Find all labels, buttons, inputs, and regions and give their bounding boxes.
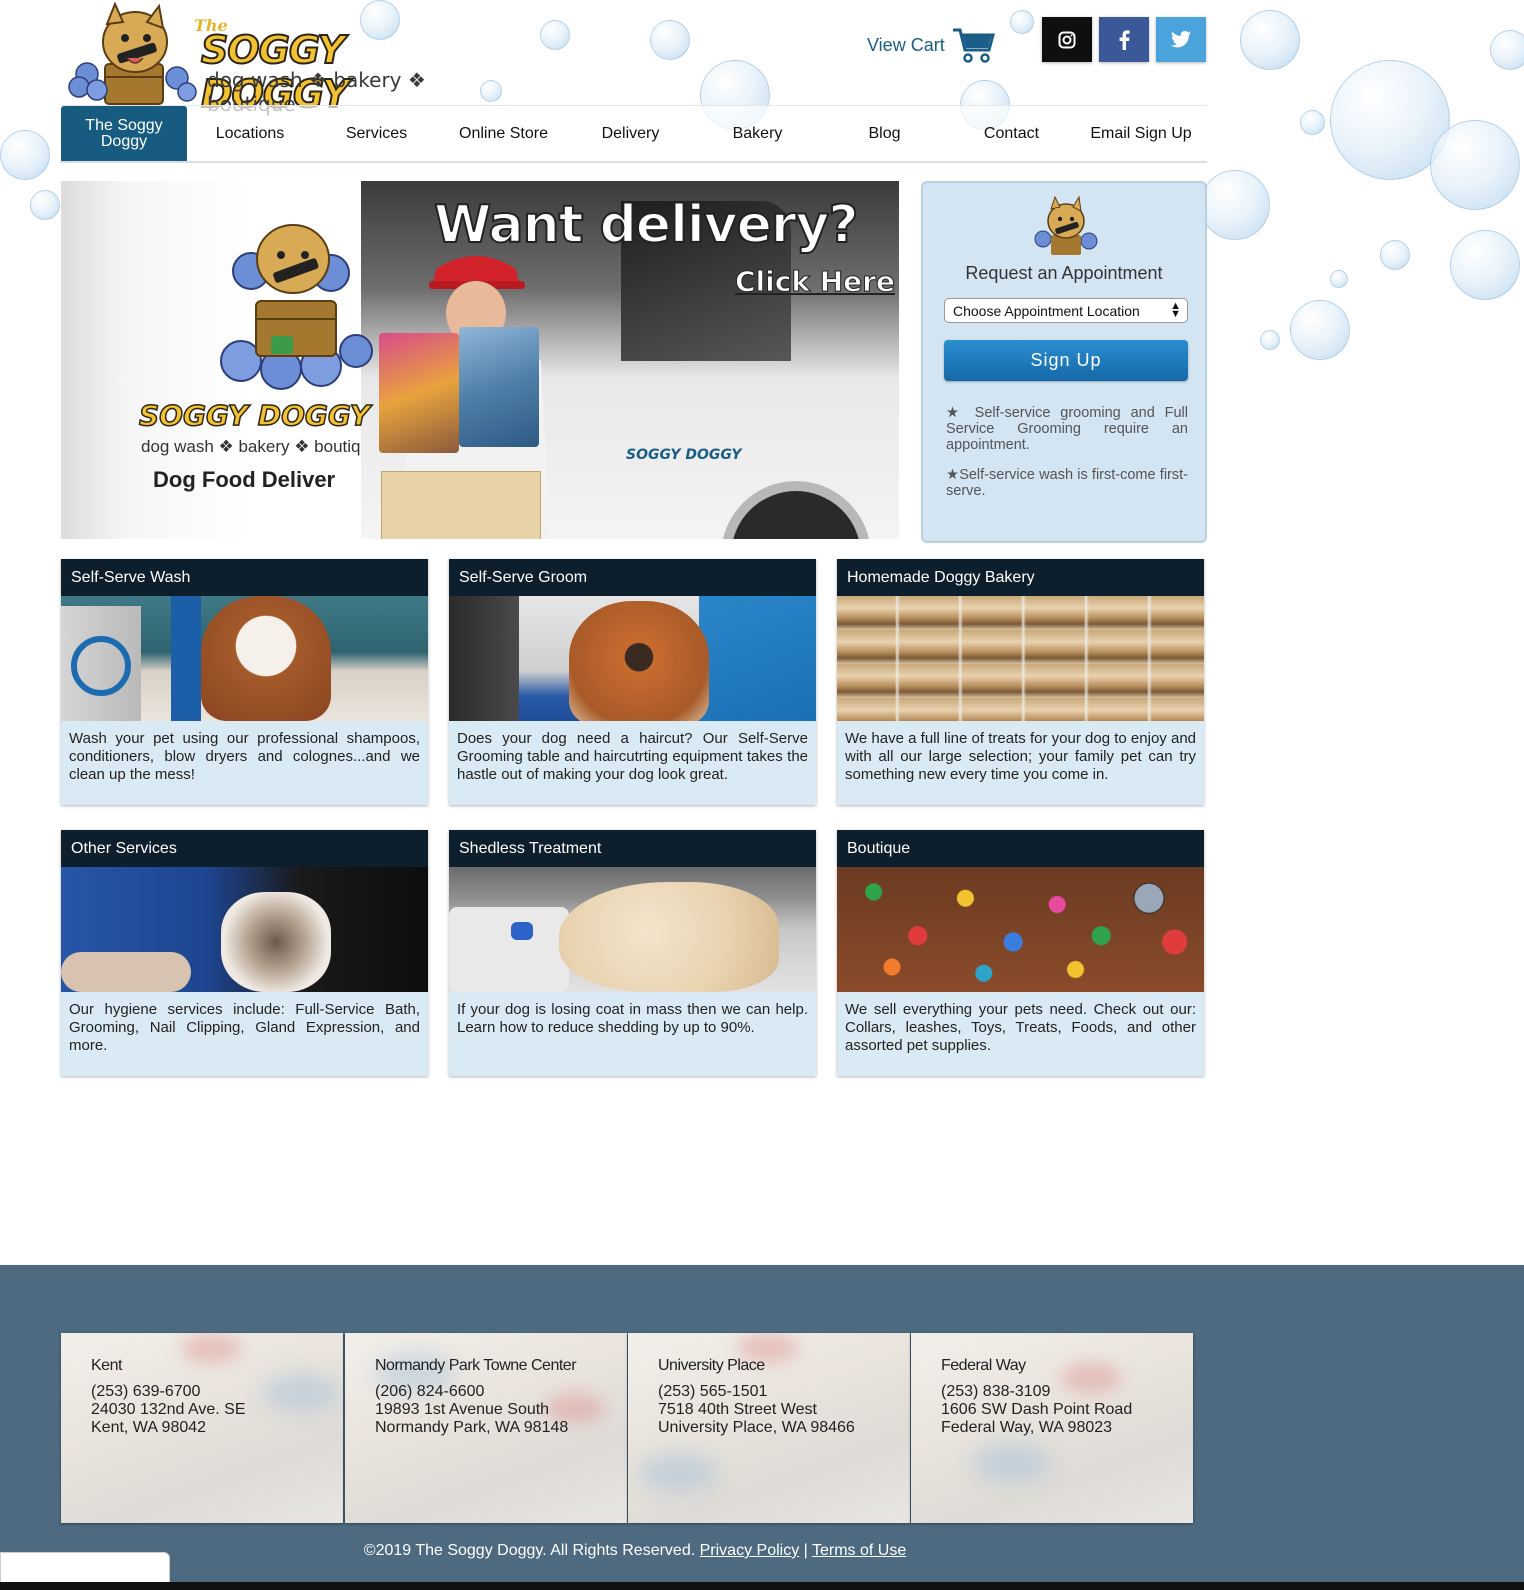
shopping-cart-icon: [952, 28, 995, 63]
nav-item-home[interactable]: The Soggy Doggy: [61, 106, 187, 161]
hero-dog-food-delivery-text: Dog Food Deliver: [153, 467, 336, 492]
location-card-normandy-park[interactable]: Normandy Park Towne Center (206) 824-660…: [345, 1333, 627, 1523]
hero-brand-text: SOGGY DOGGY: [138, 398, 370, 433]
card-title: Shedless Treatment: [449, 830, 816, 867]
location-card-federal-way[interactable]: Federal Way (253) 838-3109 1606 SW Dash …: [911, 1333, 1193, 1523]
footer-separator: |: [803, 1542, 808, 1559]
nav-item-email-signup[interactable]: Email Sign Up: [1075, 106, 1207, 161]
instagram-icon: [1058, 31, 1076, 48]
boutique-toys-image: [837, 867, 1204, 992]
self-serve-groom-image: [449, 596, 816, 721]
location-name: Normandy Park Towne Center: [375, 1357, 577, 1374]
shedless-treatment-image: [449, 867, 816, 992]
service-card-other-services[interactable]: Other Services Our hygiene services incl…: [61, 830, 428, 1076]
sign-up-button[interactable]: Sign Up: [944, 340, 1188, 381]
location-phone[interactable]: (206) 824-6600: [375, 1383, 484, 1401]
fromm-box: [381, 471, 541, 539]
service-card-boutique[interactable]: Boutique We sell everything your pets ne…: [837, 830, 1204, 1076]
location-name: Kent: [91, 1357, 122, 1374]
location-street: 24030 132nd Ave. SE: [91, 1401, 246, 1418]
bottom-edge-bar: [0, 1582, 1524, 1590]
facebook-icon: [1119, 29, 1130, 50]
location-name: University Place: [658, 1357, 765, 1374]
hero-brand-tagline: dog wash ❖ bakery ❖ boutiq: [141, 437, 361, 456]
appointment-location-select[interactable]: Choose Appointment Location ▲ ▼: [944, 298, 1188, 323]
self-serve-wash-image: [61, 596, 428, 721]
hero-title: Want delivery?: [433, 194, 860, 256]
instagram-button[interactable]: [1042, 17, 1092, 62]
nav-item-delivery[interactable]: Delivery: [567, 106, 694, 161]
service-card-shedless-treatment[interactable]: Shedless Treatment If your dog is losing…: [449, 830, 816, 1076]
nav-item-contact[interactable]: Contact: [948, 106, 1075, 161]
location-street: 19893 1st Avenue South: [375, 1401, 550, 1418]
location-city: Kent, WA 98042: [91, 1419, 207, 1436]
terms-of-use-link[interactable]: Terms of Use: [812, 1542, 906, 1559]
appointment-panel: Request an Appointment Choose Appointmen…: [921, 181, 1207, 543]
nav-item-bakery[interactable]: Bakery: [694, 106, 821, 161]
copyright-line: ©2019 The Soggy Doggy. All Rights Reserv…: [0, 1542, 1270, 1560]
hero-click-here-link[interactable]: Click Here: [735, 265, 896, 299]
card-title: Homemade Doggy Bakery: [837, 559, 1204, 596]
nav-item-services[interactable]: Services: [313, 106, 440, 161]
card-title: Other Services: [61, 830, 428, 867]
location-phone[interactable]: (253) 639-6700: [91, 1383, 200, 1401]
location-city: Normandy Park, WA 98148: [375, 1419, 569, 1436]
appointment-note-grooming: ★ Self-service grooming and Full Service…: [946, 405, 1188, 453]
location-street: 7518 40th Street West: [658, 1401, 817, 1418]
location-city: Federal Way, WA 98023: [941, 1419, 1113, 1436]
card-description: Our hygiene services include: Full-Servi…: [69, 1001, 420, 1054]
card-description: We sell everything your pets need. Check…: [845, 1001, 1196, 1054]
card-title: Self-Serve Groom: [449, 559, 816, 596]
card-description: Wash your pet using our professional sha…: [69, 730, 420, 783]
other-services-image: [61, 867, 428, 992]
dog-food-bag-solid-gold: [379, 333, 459, 453]
copyright-text: ©2019 The Soggy Doggy. All Rights Reserv…: [363, 1542, 696, 1559]
privacy-policy-link[interactable]: Privacy Policy: [700, 1542, 800, 1559]
main-nav: The Soggy Doggy Locations Services Onlin…: [61, 105, 1207, 163]
service-card-self-serve-groom[interactable]: Self-Serve Groom Does your dog need a ha…: [449, 559, 816, 805]
service-card-self-serve-wash[interactable]: Self-Serve Wash Wash your pet using our …: [61, 559, 428, 805]
bakery-case-image: [837, 596, 1204, 721]
service-card-homemade-doggy-bakery[interactable]: Homemade Doggy Bakery We have a full lin…: [837, 559, 1204, 805]
nav-item-online-store[interactable]: Online Store: [440, 106, 567, 161]
location-card-kent[interactable]: Kent (253) 639-6700 24030 132nd Ave. SE …: [61, 1333, 343, 1523]
dog-mascot-icon: [68, 2, 197, 105]
card-description: If your dog is losing coat in mass then …: [457, 1001, 808, 1036]
nav-item-locations[interactable]: Locations: [187, 106, 313, 161]
dog-food-bag-taste-of-the-wild: [459, 327, 539, 447]
site-logo[interactable]: The SOGGY DOGGY dog wash ❖ bakery ❖ bout…: [61, 0, 491, 117]
select-arrows-icon: ▲ ▼: [1170, 300, 1181, 320]
delivery-hero-banner[interactable]: SOGGY DOGGY dog wash ❖ bakery ❖ boutiq D…: [61, 181, 899, 539]
location-street: 1606 SW Dash Point Road: [941, 1401, 1133, 1418]
appointment-title: Request an Appointment: [965, 263, 1163, 283]
location-card-university-place[interactable]: University Place (253) 565-1501 7518 40t…: [628, 1333, 910, 1523]
location-phone[interactable]: (253) 565-1501: [658, 1383, 767, 1401]
view-cart-label: View Cart: [867, 34, 945, 55]
twitter-button[interactable]: [1156, 17, 1206, 62]
location-phone[interactable]: (253) 838-3109: [941, 1383, 1050, 1401]
page-container: The SOGGY DOGGY dog wash ❖ bakery ❖ bout…: [61, 0, 1207, 1076]
appointment-location-value: Choose Appointment Location: [953, 302, 1140, 319]
location-city: University Place, WA 98466: [658, 1419, 855, 1436]
twitter-icon: [1171, 31, 1191, 48]
facebook-button[interactable]: [1099, 17, 1149, 62]
dog-mascot-icon: [1034, 195, 1098, 255]
card-title: Boutique: [837, 830, 1204, 867]
card-description: Does your dog need a haircut? Our Self-S…: [457, 730, 808, 783]
card-description: We have a full line of treats for your d…: [845, 730, 1196, 783]
site-footer: Kent (253) 639-6700 24030 132nd Ave. SE …: [0, 1265, 1524, 1590]
appointment-note-wash: ★Self-service wash is first-come first-s…: [946, 467, 1188, 499]
location-name: Federal Way: [941, 1357, 1026, 1374]
site-header: The SOGGY DOGGY dog wash ❖ bakery ❖ bout…: [61, 0, 1207, 117]
view-cart-link[interactable]: View Cart: [867, 26, 995, 64]
hero-dog-mascot-icon: [220, 224, 373, 390]
nav-item-blog[interactable]: Blog: [821, 106, 948, 161]
van-logo-decal: SOGGY DOGGY: [626, 447, 742, 463]
card-title: Self-Serve Wash: [61, 559, 428, 596]
